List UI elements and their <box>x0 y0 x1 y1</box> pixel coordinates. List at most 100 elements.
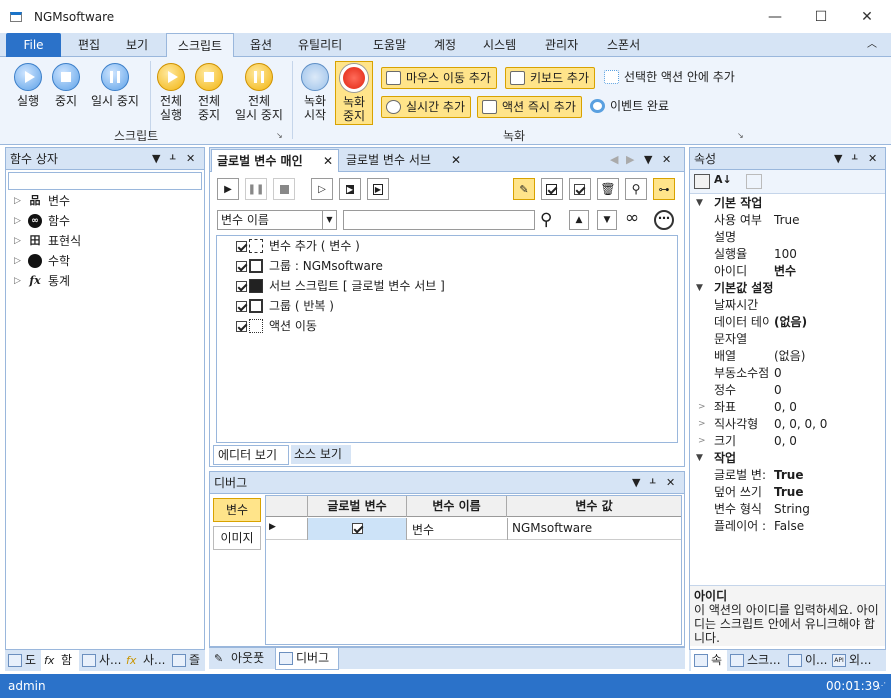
menu-options[interactable]: 옵션 <box>250 33 272 57</box>
categorized-icon[interactable] <box>694 174 710 189</box>
filter-input[interactable] <box>343 210 535 230</box>
property-value[interactable]: 변수 <box>774 263 796 280</box>
property-value[interactable]: 0, 0 <box>774 399 797 416</box>
col-value[interactable]: 변수 값 <box>507 496 681 517</box>
property-value[interactable]: False <box>774 518 804 535</box>
dropdown-icon[interactable]: ▼ <box>644 149 652 171</box>
menu-script[interactable]: 스크립트 <box>166 33 234 58</box>
close-tab-icon[interactable]: ✕ <box>323 150 333 172</box>
run-all-button[interactable]: 전체 실행 <box>154 63 188 122</box>
property-row[interactable]: 글로벌 변: True <box>690 467 879 484</box>
tab-images[interactable]: 이... <box>785 650 829 672</box>
dropdown-icon[interactable]: ▼ <box>152 148 160 170</box>
dialog-launcher-icon[interactable]: ↘ <box>276 131 283 140</box>
col-global[interactable]: 글로벌 변수 <box>307 496 407 517</box>
close-icon[interactable]: ✕ <box>662 149 671 171</box>
dropdown-icon[interactable]: ▼ <box>834 148 842 170</box>
menu-file[interactable]: File <box>6 33 61 57</box>
property-row[interactable]: > 좌표 0, 0 <box>690 399 879 416</box>
tab-global-sub[interactable]: 글로벌 변수 서브 ✕ <box>341 149 465 172</box>
tree-item-variable[interactable]: ▷ 品 변수 <box>14 191 70 211</box>
close-icon[interactable]: ✕ <box>868 148 877 170</box>
pause-button[interactable]: ❚❚ <box>245 178 267 200</box>
menu-system[interactable]: 시스템 <box>483 33 516 57</box>
property-row[interactable]: 플레이어 : False <box>690 518 879 535</box>
delete-button[interactable]: 🗑 <box>597 178 619 200</box>
stop-button[interactable] <box>273 178 295 200</box>
menu-help[interactable]: 도움말 <box>373 33 406 57</box>
table-row[interactable]: ▶ 변수 NGMsoftware <box>266 518 681 540</box>
property-row[interactable]: 정수 0 <box>690 382 879 399</box>
property-row[interactable]: 덮어 쓰기 True <box>690 484 879 501</box>
property-value[interactable]: 100 <box>774 246 797 263</box>
property-value[interactable]: (없음) <box>774 314 807 331</box>
checkbox-icon[interactable] <box>236 280 247 292</box>
action-row[interactable]: 액션 이동 <box>236 316 317 336</box>
tab-global-main[interactable]: 글로벌 변수 매인 ✕ <box>211 149 339 172</box>
tab-editor-view[interactable]: 에디터 보기 <box>213 445 289 465</box>
play-button[interactable]: ▶ <box>217 178 239 200</box>
global-checkbox-cell[interactable] <box>307 518 407 540</box>
more-icon[interactable]: ⋯ <box>654 210 674 230</box>
property-value[interactable]: 0 <box>774 365 782 382</box>
checkbox-icon[interactable] <box>351 523 363 534</box>
tab-debug[interactable]: 디버그 <box>275 648 339 670</box>
tab-functions[interactable]: fx 함 <box>41 650 79 672</box>
menu-sponsor[interactable]: 스폰서 <box>607 33 640 57</box>
dropdown-icon[interactable]: ▼ <box>632 472 640 494</box>
property-value[interactable]: 0, 0 <box>774 433 797 450</box>
property-value[interactable]: (없음) <box>774 348 805 365</box>
pin-icon[interactable]: ᚆ <box>650 472 655 494</box>
search-button[interactable]: ⚲ <box>625 178 647 200</box>
property-value[interactable]: True <box>774 212 800 229</box>
property-category[interactable]: ▼ 기본 작업 <box>690 195 879 212</box>
menu-view[interactable]: 보기 <box>126 33 148 57</box>
property-value[interactable]: 0, 0, 0, 0 <box>774 416 827 433</box>
add-into-selected-button[interactable]: 선택한 액션 안에 추가 <box>602 67 735 89</box>
scroll-right-icon[interactable]: ▶ <box>626 149 634 171</box>
scroll-left-icon[interactable]: ◀ <box>610 149 618 171</box>
record-stop-button[interactable]: 녹화 중지 <box>335 61 373 125</box>
checkbox-icon[interactable] <box>236 320 247 332</box>
run-button[interactable]: 실행 <box>8 63 48 108</box>
pin-icon[interactable]: ᚆ <box>170 148 175 170</box>
infinite-loop-icon[interactable]: ∞ <box>625 208 639 228</box>
property-row[interactable]: 배열 (없음) <box>690 348 879 365</box>
property-row[interactable]: 데이터 테이 (없음) <box>690 314 879 331</box>
tree-view-button[interactable]: ⊶ <box>653 178 675 200</box>
close-icon[interactable]: ✕ <box>666 472 675 494</box>
maximize-button[interactable]: ☐ <box>798 0 844 33</box>
tab-toolbox[interactable]: 도 <box>5 650 41 672</box>
add-realtime-button[interactable]: 실시간 추가 <box>381 96 472 118</box>
record-start-button[interactable]: 녹화 시작 <box>298 63 332 122</box>
col-name[interactable]: 변수 이름 <box>407 496 507 517</box>
property-value[interactable]: String <box>774 501 810 518</box>
edit-mode-button[interactable]: ✎ <box>513 178 535 200</box>
action-row[interactable]: 서브 스크립트 [ 글로벌 변수 서브 ] <box>236 276 445 296</box>
pause-button[interactable]: 일시 중지 <box>86 63 144 108</box>
property-row[interactable]: 변수 형식 String <box>690 501 879 518</box>
uncheck-button[interactable] <box>569 178 591 200</box>
tab-properties[interactable]: 속 <box>691 650 727 672</box>
tree-item-statistics[interactable]: ▷ fx 통계 <box>14 271 70 291</box>
action-row[interactable]: 변수 추가 ( 변수 ) <box>236 236 360 256</box>
property-row[interactable]: 설명 <box>690 229 879 246</box>
pin-icon[interactable]: ᚆ <box>852 148 857 170</box>
add-keyboard-button[interactable]: 키보드 추가 <box>505 67 596 89</box>
variables-button[interactable]: 변수 <box>213 498 261 522</box>
tab-user[interactable]: 사... <box>79 650 123 672</box>
checkbox-icon[interactable] <box>236 260 247 272</box>
chevron-right-icon[interactable]: > <box>698 433 706 450</box>
close-button[interactable]: ✕ <box>844 0 890 33</box>
property-row[interactable]: 아이디 변수 <box>690 263 879 280</box>
tree-item-expression[interactable]: ▷ 田 표현식 <box>14 231 81 251</box>
tab-source-view[interactable]: 소스 보기 <box>291 445 351 464</box>
search-input[interactable] <box>8 172 202 190</box>
property-category[interactable]: ▼ 작업 <box>690 450 879 467</box>
property-pages-icon[interactable] <box>746 174 762 189</box>
dialog-launcher-icon[interactable]: ↘ <box>737 131 744 140</box>
collapse-ribbon-icon[interactable]: ︿ <box>867 33 877 57</box>
tab-user-function[interactable]: fx 사... <box>123 650 169 672</box>
search-icon[interactable]: ⚲ <box>540 209 552 231</box>
move-down-button[interactable]: ▼ <box>597 210 617 230</box>
